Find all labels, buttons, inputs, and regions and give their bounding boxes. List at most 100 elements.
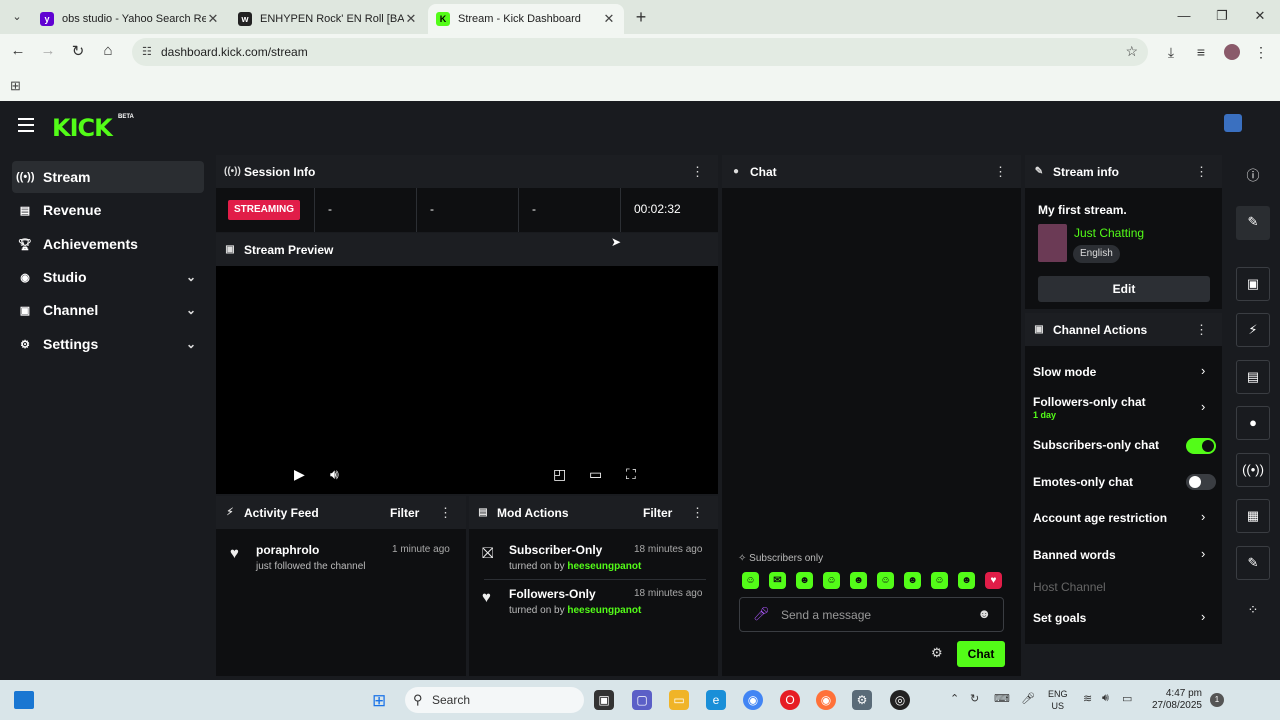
- emote-icon[interactable]: ☺: [823, 572, 840, 589]
- sidebar-item-revenue[interactable]: ▤ Revenue: [12, 194, 204, 226]
- file-explorer-icon[interactable]: ▭: [669, 690, 689, 710]
- browser-tab-yahoo[interactable]: y obs studio - Yahoo Search Resu ✕: [32, 4, 228, 34]
- set-goals-item[interactable]: Set goals: [1033, 611, 1086, 625]
- browser-tab-enhypen[interactable]: w ENHYPEN Rock' EN Roll [BAND ✕: [230, 4, 426, 34]
- forward-icon[interactable]: →: [38, 42, 58, 59]
- sidebar-item-stream[interactable]: ((•)) Stream: [12, 161, 204, 193]
- session-info-more-icon[interactable]: ⋮: [691, 164, 704, 180]
- system-clock[interactable]: 4:47 pm 27/08/2025: [1148, 688, 1202, 712]
- kick-logo[interactable]: KICK: [52, 114, 113, 142]
- keyboard-icon[interactable]: ⌨: [994, 692, 1010, 705]
- volume-icon[interactable]: 🔊︎: [1102, 692, 1109, 705]
- wrench-icon[interactable]: ✎: [1236, 546, 1270, 580]
- emote-icon[interactable]: ☺: [742, 572, 759, 589]
- account-age-item[interactable]: Account age restriction: [1033, 511, 1167, 525]
- opera-icon[interactable]: O: [780, 690, 800, 710]
- mod-more-icon[interactable]: ⋮: [691, 505, 704, 521]
- teams-icon[interactable]: ▢: [632, 690, 652, 710]
- settings-app-icon[interactable]: ⚙: [852, 690, 872, 710]
- obs-icon[interactable]: ◎: [890, 690, 910, 710]
- chevron-right-icon[interactable]: ›: [1201, 609, 1205, 624]
- broadcast-icon[interactable]: ((•)): [1236, 453, 1270, 487]
- emote-icon[interactable]: ☻: [796, 572, 813, 589]
- tray-chevron-up-icon[interactable]: ⌃: [950, 692, 959, 705]
- chevron-right-icon[interactable]: ›: [1201, 363, 1205, 378]
- user-avatar[interactable]: [1224, 114, 1242, 132]
- channel-actions-more-icon[interactable]: ⋮: [1195, 322, 1208, 338]
- new-tab-button[interactable]: +: [632, 7, 650, 28]
- chevron-right-icon[interactable]: ›: [1201, 399, 1205, 414]
- chrome-icon[interactable]: ◉: [743, 690, 763, 710]
- emote-icon[interactable]: ♥: [985, 572, 1002, 589]
- close-tab-icon[interactable]: ✕: [602, 11, 616, 27]
- close-tab-icon[interactable]: ✕: [404, 11, 418, 27]
- tab-search-dropdown-icon[interactable]: ⌄: [6, 7, 28, 27]
- battery-icon[interactable]: ▭: [1122, 692, 1132, 705]
- play-icon[interactable]: ▶: [294, 466, 305, 483]
- back-icon[interactable]: ←: [8, 42, 28, 59]
- info-icon[interactable]: ⓘ: [1236, 161, 1270, 191]
- tray-app-icon[interactable]: ↻: [970, 692, 979, 705]
- menu-icon[interactable]: ⋮: [1252, 44, 1270, 61]
- pip-icon[interactable]: ◰: [553, 466, 566, 483]
- close-window-button[interactable]: ✕: [1250, 8, 1270, 24]
- notification-badge[interactable]: 1: [1210, 693, 1224, 707]
- stream-category[interactable]: Just Chatting: [1074, 226, 1144, 240]
- emote-icon[interactable]: ☻: [958, 572, 975, 589]
- preview-panel-icon[interactable]: ▣: [1236, 267, 1270, 301]
- activity-filter-button[interactable]: Filter: [390, 506, 419, 520]
- lightning-icon[interactable]: ⚡︎: [1236, 313, 1270, 347]
- sidebar-item-studio[interactable]: ◉ Studio ⌄: [12, 261, 204, 293]
- mod-filter-button[interactable]: Filter: [643, 506, 672, 520]
- fullscreen-icon[interactable]: ⛶: [626, 466, 636, 483]
- reload-icon[interactable]: ↻: [68, 42, 88, 60]
- edge-icon[interactable]: e: [706, 690, 726, 710]
- task-view-icon[interactable]: ▣: [594, 690, 614, 710]
- wifi-icon[interactable]: ≋: [1083, 692, 1092, 705]
- theater-mode-icon[interactable]: ▭: [589, 466, 602, 483]
- apps-grid-icon[interactable]: ⊞: [10, 78, 21, 94]
- start-menu-icon[interactable]: ⊞: [372, 691, 386, 711]
- sidebar-item-achievements[interactable]: 🏆︎ Achievements: [12, 228, 204, 260]
- restore-button[interactable]: ❐: [1212, 8, 1232, 24]
- stream-preview-video[interactable]: ▶ 🔊︎ ◰ ▭ ⛶: [216, 266, 718, 494]
- microphone-icon[interactable]: 🎤︎: [1021, 692, 1035, 705]
- input-language[interactable]: ENG US: [1048, 688, 1068, 712]
- chat-settings-icon[interactable]: ⚙: [931, 645, 943, 661]
- followers-only-item[interactable]: Followers-only chat: [1033, 395, 1146, 409]
- activity-more-icon[interactable]: ⋮: [439, 505, 452, 521]
- minimize-button[interactable]: —: [1174, 8, 1194, 23]
- emoji-icon[interactable]: ☻: [977, 606, 991, 621]
- banned-words-item[interactable]: Banned words: [1033, 548, 1116, 562]
- emotes-only-toggle[interactable]: [1186, 474, 1216, 490]
- emote-icon[interactable]: ☻: [904, 572, 921, 589]
- subscribers-only-toggle[interactable]: [1186, 438, 1216, 454]
- edit-stream-info-button[interactable]: Edit: [1038, 276, 1210, 302]
- chat-bubble-icon[interactable]: ●: [1236, 406, 1270, 440]
- download-icon[interactable]: ⤓: [1162, 44, 1180, 61]
- emote-icon[interactable]: ☻: [850, 572, 867, 589]
- widgets-icon[interactable]: [14, 691, 34, 709]
- chat-more-icon[interactable]: ⋮: [994, 164, 1007, 180]
- channel-actions-icon[interactable]: ▦: [1236, 499, 1270, 533]
- slow-mode-item[interactable]: Slow mode: [1033, 365, 1096, 379]
- hamburger-menu-icon[interactable]: [18, 118, 34, 132]
- apps-icon[interactable]: ⁘: [1236, 595, 1270, 625]
- document-icon[interactable]: ▤: [1236, 360, 1270, 394]
- site-info-icon[interactable]: ☷: [142, 45, 152, 58]
- chevron-right-icon[interactable]: ›: [1201, 509, 1205, 524]
- browser-profile-avatar[interactable]: [1224, 44, 1240, 60]
- emote-icon[interactable]: ☺: [931, 572, 948, 589]
- sidebar-item-settings[interactable]: ⚙ Settings ⌄: [12, 328, 204, 360]
- firefox-icon[interactable]: ◉: [816, 690, 836, 710]
- sidebar-item-channel[interactable]: ▣ Channel ⌄: [12, 294, 204, 326]
- browser-tab-kick[interactable]: K Stream - Kick Dashboard ✕: [428, 4, 624, 34]
- bookmark-star-icon[interactable]: ☆: [1125, 43, 1138, 60]
- taskbar-search[interactable]: ⚲ Search: [405, 687, 584, 713]
- chat-send-button[interactable]: Chat: [957, 641, 1005, 667]
- edit-pencil-icon[interactable]: ✎: [1236, 206, 1270, 240]
- emote-icon[interactable]: ☺: [877, 572, 894, 589]
- address-bar[interactable]: ☷ dashboard.kick.com/stream ☆: [132, 38, 1148, 66]
- media-controls-icon[interactable]: ≡: [1192, 44, 1210, 60]
- emote-icon[interactable]: ✉: [769, 572, 786, 589]
